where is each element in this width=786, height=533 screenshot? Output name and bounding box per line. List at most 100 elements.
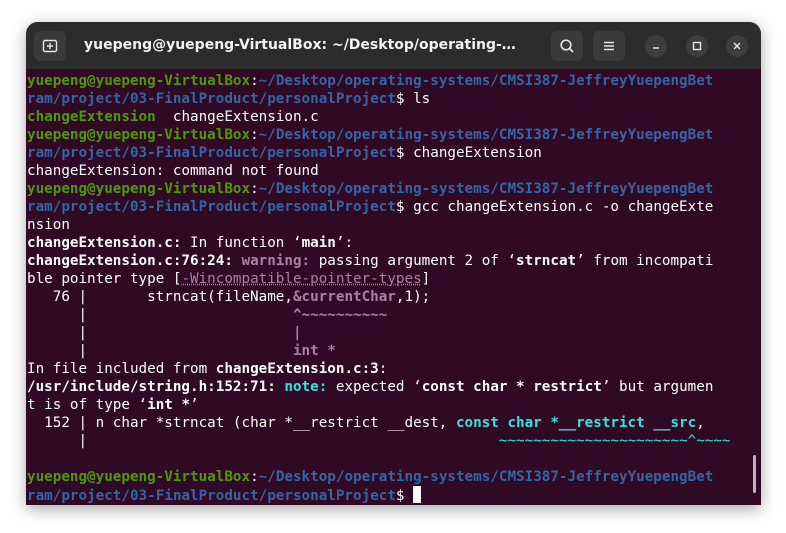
code-text: , bbox=[696, 415, 705, 431]
output-text: t is of type bbox=[27, 397, 139, 413]
output-text: ble pointer type [ bbox=[27, 271, 182, 287]
prompt-colon: : bbox=[250, 127, 259, 143]
caret-marker: ^~~~~~~~~~~ bbox=[292, 307, 388, 323]
output-line: changeExtension: command not found bbox=[27, 163, 319, 179]
caret-line: | ^~~~~~~~~~~ bbox=[27, 306, 387, 324]
gutter: | bbox=[27, 433, 88, 449]
prompt-line: ram/project/03-FinalProduct/personalProj… bbox=[27, 144, 542, 162]
file-ref: changeExtension.c:76:24: bbox=[27, 253, 233, 269]
type-name: int * bbox=[147, 397, 191, 413]
quote: ‘ bbox=[507, 253, 517, 269]
warning-line: changeExtension.c:76:24: warning: passin… bbox=[27, 252, 713, 270]
minimize-icon bbox=[653, 47, 659, 49]
line-number: 76 | bbox=[27, 289, 148, 305]
ls-entry: changeExtension bbox=[27, 109, 156, 125]
quote: ’ bbox=[190, 397, 199, 413]
maximize-button[interactable] bbox=[686, 35, 708, 57]
prompt-path: ~/Desktop/operating-systems/CMSI387-Jeff… bbox=[258, 73, 714, 89]
prompt-colon: : bbox=[250, 469, 259, 485]
prompt-path: ~/Desktop/operating-systems/CMSI387-Jeff… bbox=[258, 181, 714, 197]
ls-entry: changeExtension.c bbox=[155, 109, 319, 125]
code-text: n char *strncat (char *__restrict __dest… bbox=[95, 415, 456, 431]
search-icon bbox=[560, 39, 574, 53]
text-cursor[interactable] bbox=[413, 486, 422, 503]
prompt-user: yuepeng@yuepeng-VirtualBox bbox=[27, 127, 251, 143]
prompt-line: ram/project/03-FinalProduct/personalProj… bbox=[27, 198, 713, 216]
command-text: changeExtension bbox=[404, 145, 542, 161]
warning-wrap-line: ble pointer type [-Wincompatible-pointer… bbox=[27, 270, 430, 288]
note-label: note: bbox=[275, 379, 328, 395]
prompt-dollar: $ bbox=[395, 145, 405, 161]
code-highlight: const char *__restrict __src bbox=[455, 415, 697, 431]
prompt-line: yuepeng@yuepeng-VirtualBox:~/Desktop/ope… bbox=[27, 72, 713, 90]
command-wrap-line: nsion bbox=[27, 217, 70, 233]
padding bbox=[87, 433, 499, 449]
prompt-path: ~/Desktop/operating-systems/CMSI387-Jeff… bbox=[258, 469, 714, 485]
caret-bar: | bbox=[292, 325, 302, 341]
padding bbox=[87, 343, 293, 359]
terminal-output[interactable]: yuepeng@yuepeng-VirtualBox:~/Desktop/ope… bbox=[26, 70, 761, 505]
prompt-line: yuepeng@yuepeng-VirtualBox:~/Desktop/ope… bbox=[27, 468, 713, 486]
output-text: In function bbox=[181, 235, 293, 251]
quote: ‘ bbox=[138, 397, 148, 413]
close-icon bbox=[733, 42, 741, 50]
prompt-path: ram/project/03-FinalProduct/personalProj… bbox=[27, 488, 396, 504]
caret-line: | | bbox=[27, 324, 302, 342]
search-button[interactable] bbox=[551, 31, 583, 61]
prompt-dollar: $ bbox=[395, 199, 405, 215]
close-button[interactable] bbox=[726, 35, 748, 57]
function-name: main bbox=[301, 235, 336, 251]
output-text: passing argument 2 of bbox=[310, 253, 508, 269]
quote: ‘ bbox=[292, 235, 302, 251]
prompt-user: yuepeng@yuepeng-VirtualBox bbox=[27, 469, 251, 485]
code-highlight: &currentChar bbox=[292, 289, 396, 305]
note-wrap-line: t is of type ‘int *’ bbox=[27, 396, 199, 414]
padding bbox=[87, 325, 293, 341]
prompt-path: ram/project/03-FinalProduct/personalProj… bbox=[27, 199, 396, 215]
output-text: but argumen bbox=[610, 379, 714, 395]
line-number: 152 | bbox=[27, 415, 96, 431]
maximize-icon bbox=[692, 41, 702, 51]
output-line: changeExtension changeExtension.c bbox=[27, 108, 319, 126]
output-line: changeExtension.c: In function ‘main’: bbox=[27, 234, 353, 252]
new-tab-icon bbox=[42, 39, 58, 53]
terminal-window: yuepeng@yuepeng-VirtualBox: ~/Desktop/op… bbox=[26, 22, 761, 505]
warning-label: warning: bbox=[232, 253, 311, 269]
output-text: : bbox=[344, 235, 354, 251]
output-text: : bbox=[378, 361, 388, 377]
scrollbar[interactable] bbox=[753, 455, 756, 493]
command-text: gcc changeExtension.c -o changeExte bbox=[404, 199, 714, 215]
type-name: const char * restrict bbox=[421, 379, 602, 395]
output-text: from incompati bbox=[584, 253, 714, 269]
output-text: ] bbox=[421, 271, 431, 287]
file-ref: /usr/include/string.h:152:71: bbox=[27, 379, 276, 395]
new-tab-button[interactable] bbox=[34, 31, 66, 61]
output-text: In file included from bbox=[27, 361, 216, 377]
prompt-colon: : bbox=[250, 73, 259, 89]
prompt-user: yuepeng@yuepeng-VirtualBox bbox=[27, 181, 251, 197]
gutter: | bbox=[27, 343, 88, 359]
type-label: int * bbox=[292, 343, 336, 359]
title-bar: yuepeng@yuepeng-VirtualBox: ~/Desktop/op… bbox=[26, 22, 761, 69]
note-line: /usr/include/string.h:152:71: note: expe… bbox=[27, 378, 713, 396]
prompt-user: yuepeng@yuepeng-VirtualBox bbox=[27, 73, 251, 89]
quote: ’ bbox=[576, 253, 585, 269]
quote: ‘ bbox=[413, 379, 422, 395]
minimize-button[interactable] bbox=[645, 35, 667, 57]
file-ref: changeExtension.c: bbox=[27, 235, 182, 251]
code-line: 76 | strncat(fileName,&currentChar,1); bbox=[27, 288, 431, 306]
prompt-line: ram/project/03-FinalProduct/personalProj… bbox=[27, 486, 422, 504]
menu-button[interactable] bbox=[593, 31, 625, 61]
command-text: ls bbox=[404, 91, 431, 107]
prompt-dollar: $ bbox=[395, 488, 405, 504]
prompt-path: ram/project/03-FinalProduct/personalProj… bbox=[27, 145, 396, 161]
gutter: | bbox=[27, 325, 88, 341]
output-text: expected bbox=[327, 379, 414, 395]
prompt-line: yuepeng@yuepeng-VirtualBox:~/Desktop/ope… bbox=[27, 126, 713, 144]
caret-line: | ~~~~~~~~~~~~~~~~~~~~~~^~~~~ bbox=[27, 432, 731, 450]
output-line: In file included from changeExtension.c:… bbox=[27, 360, 387, 378]
padding bbox=[87, 307, 293, 323]
caret-marker: ~~~~~~~~~~~~~~~~~~~~~~^~~~~ bbox=[498, 433, 731, 449]
prompt-line: yuepeng@yuepeng-VirtualBox:~/Desktop/ope… bbox=[27, 180, 713, 198]
code-text: ,1); bbox=[395, 289, 431, 305]
